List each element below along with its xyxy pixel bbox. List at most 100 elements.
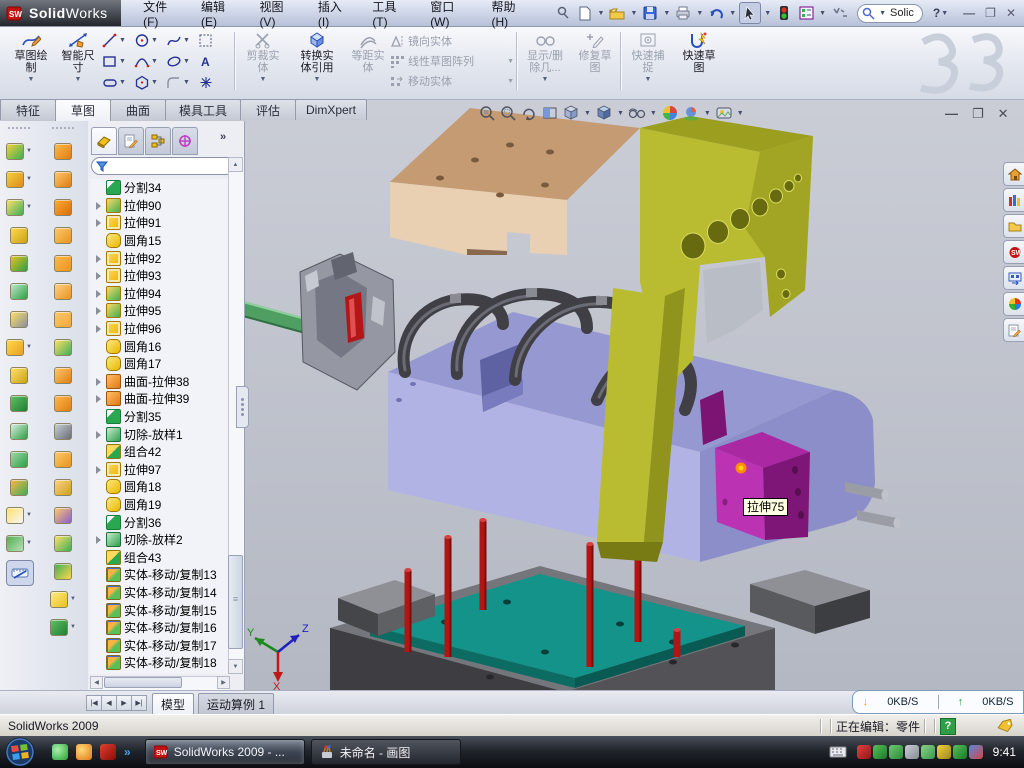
tree-item[interactable]: 组合43 [90,548,228,566]
minimize-button[interactable]: — [963,6,975,20]
new-document-icon[interactable] [575,3,595,23]
linear-pattern-dropdown-icon[interactable]: ▼ [507,58,514,65]
volume-icon[interactable] [905,745,919,759]
tab-mold-tools[interactable]: 模具工具 [165,99,241,120]
first-tab-button[interactable]: |◀ [86,695,102,711]
tree-item[interactable]: 实体-移动/复制14 [90,584,228,602]
view-orientation-icon[interactable] [562,104,580,122]
revolved-boss-icon[interactable]: ▼ [6,165,32,193]
quick-tips-icon[interactable]: ? [940,718,956,735]
graphics-viewport[interactable]: Y Z X ▼ ▼ ▼ ▼ ▼ — ❐ ✕ [245,100,1024,690]
circle-dropdown-icon[interactable]: ▼ [151,37,158,44]
surface-box-icon[interactable] [54,445,72,473]
interference-lights-icon[interactable] [774,3,794,23]
tree-item[interactable]: 拉伸97 [90,461,228,479]
prev-tab-button[interactable]: ◀ [101,695,117,711]
search-scope-dropdown-icon[interactable]: ▼ [879,10,886,17]
sync-blocked-icon[interactable] [969,745,983,759]
part-right-rail[interactable] [750,570,870,634]
tree-vscrollbar-thumb[interactable] [228,555,243,649]
zoom-to-fit-icon[interactable] [478,104,496,122]
menu-view[interactable]: 视图(V) [247,0,305,33]
tree-item[interactable]: 圆角16 [90,337,228,355]
menu-insert[interactable]: 插入(I) [306,0,360,33]
display-style-icon[interactable] [595,104,613,122]
featuremanager-tree-tab[interactable] [91,127,117,155]
rotate-view-icon[interactable] [520,104,538,122]
update-clock-icon[interactable] [889,745,903,759]
smart-dimension-button[interactable]: 智能尺寸 ▼ [56,29,100,93]
surface-fill-icon[interactable] [54,221,72,249]
part-cavity-insert[interactable] [245,252,395,390]
tree-item[interactable]: 分割34 [90,179,228,197]
tree-item[interactable]: 拉伸93 [90,267,228,285]
ime-indicator-icon[interactable] [829,3,849,23]
trim-dropdown-icon[interactable]: ▼ [260,76,267,83]
quick-snaps-button[interactable]: 快速捕捉 ▼ [624,29,672,93]
extruded-cut-icon[interactable] [10,277,28,305]
spline-tool-icon[interactable]: ▼ [50,613,76,641]
select-dropdown-icon[interactable]: ▼ [764,10,771,17]
save-icon[interactable] [640,3,660,23]
help-dropdown-icon[interactable]: ▼ [941,10,948,17]
tree-item[interactable]: 圆角18 [90,478,228,496]
search-input[interactable]: Solic [890,7,914,19]
split-feature-icon[interactable] [10,417,28,445]
line-dropdown-icon[interactable]: ▼ [119,37,126,44]
linear-pattern-icon[interactable]: ▼ [6,333,32,361]
select-tool-icon[interactable] [739,2,761,24]
surface-extend-icon[interactable] [54,333,72,361]
panel-overflow-chevron[interactable]: » [220,131,226,143]
surface-delete-icon[interactable] [54,417,72,445]
print-dropdown-icon[interactable]: ▼ [696,10,703,17]
antivirus-alert-icon[interactable] [857,745,871,759]
measure-tool-button[interactable] [6,560,34,586]
extruded-boss-icon[interactable]: ▼ [6,137,32,165]
undo-icon[interactable] [706,3,726,23]
convert-entities-button[interactable]: 转换实体引用 ▼ [290,29,344,93]
menu-help[interactable]: 帮助(H) [480,0,539,33]
lofted-boss-icon[interactable] [10,221,28,249]
view-palette-tab[interactable] [1003,266,1024,290]
configurationmanager-tab[interactable] [145,127,171,155]
text-sketch-button[interactable]: A [198,51,230,72]
tree-item[interactable]: 分割36 [90,513,228,531]
tab-dimxpert[interactable]: DimXpert [295,99,367,120]
menu-edit[interactable]: 编辑(E) [189,0,247,33]
messenger-quicklaunch-icon[interactable] [52,744,68,760]
wand-tool-icon[interactable]: ▼ [50,585,76,613]
move-entities-dropdown-icon[interactable]: ▼ [507,78,514,85]
quicklaunch-chevron[interactable]: » [124,745,131,759]
mirror-entities-button[interactable]: 镜向实体 [390,31,514,51]
hole-wizard-icon[interactable] [10,305,28,333]
tree-item[interactable]: 实体-移动/复制13 [90,566,228,584]
shell-feature-icon[interactable] [10,445,28,473]
design-library-tab[interactable] [1003,188,1024,212]
cylinder-tool-icon[interactable] [54,557,72,585]
tree-item[interactable]: 拉伸90 [90,197,228,215]
move-entities-button[interactable]: 移动实体 ▼ [390,71,514,91]
section-view-icon[interactable] [541,104,559,122]
surface-elbow-icon[interactable] [54,389,72,417]
tree-item[interactable]: 拉伸95 [90,302,228,320]
rib-feature-icon[interactable] [10,361,28,389]
ellipse-dropdown-icon[interactable]: ▼ [183,58,190,65]
circle-sketch-button[interactable]: ▼ [134,30,166,51]
solidworks-quicklaunch-icon[interactable] [100,744,116,760]
arc-sketch-button[interactable]: ▼ [134,51,166,72]
point-sketch-button[interactable] [198,72,230,93]
resources-home-tab[interactable] [1003,162,1024,186]
pin-icon[interactable] [553,3,573,23]
network-phone-icon[interactable] [921,745,935,759]
keyboard-tray-icon[interactable] [829,746,847,758]
tree-item[interactable]: 切除-放样2 [90,531,228,549]
options-dropdown-icon[interactable]: ▼ [819,10,826,17]
next-tab-button[interactable]: ▶ [116,695,132,711]
display-delete-relations-button[interactable]: 显示/删除几... ▼ [520,29,570,93]
hide-show-items-icon[interactable] [628,104,646,122]
tree-item[interactable]: 实体-移动/复制15 [90,601,228,619]
arc-dropdown-icon[interactable]: ▼ [151,58,158,65]
polygon-sketch-button[interactable]: ▼ [134,72,166,93]
tree-item[interactable]: 圆角17 [90,355,228,373]
rectangle-sketch-button[interactable]: ▼ [102,51,134,72]
